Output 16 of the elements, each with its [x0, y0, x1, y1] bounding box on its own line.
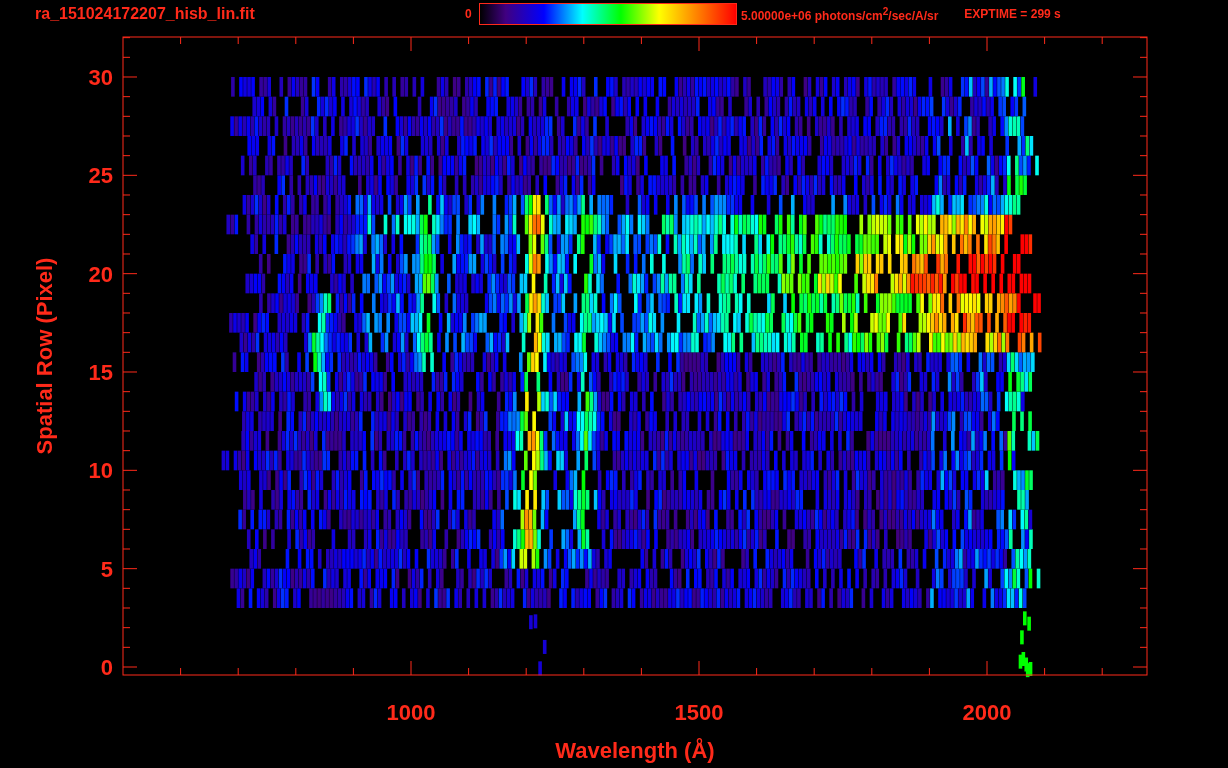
y-tick-label: 25	[88, 163, 113, 189]
file-title: ra_151024172207_hisb_lin.fit	[35, 5, 256, 23]
y-tick-label: 30	[88, 65, 113, 90]
y-tick-label: 15	[88, 360, 113, 385]
y-tick-label: 10	[88, 458, 113, 484]
x-tick-label: 1500	[674, 700, 724, 725]
y-tick-label: 5	[100, 556, 113, 582]
colorbar-min-label: 0	[465, 7, 473, 21]
x-tick-label: 1000	[386, 700, 436, 725]
x-axis-label: Wavelength (Å)	[555, 738, 715, 763]
exposure-label: EXPTIME = 299 s	[964, 7, 1061, 21]
x-tick-label: 2000	[962, 700, 1012, 725]
y-tick-label: 20	[88, 261, 113, 287]
y-tick-label: 0	[100, 655, 113, 680]
colorbar-max-label: 5.00000e+06 photons/cm$^{2}$/sec/A/sr	[741, 5, 939, 23]
y-axis-label: Spatial Row (Pixel)	[32, 257, 57, 455]
